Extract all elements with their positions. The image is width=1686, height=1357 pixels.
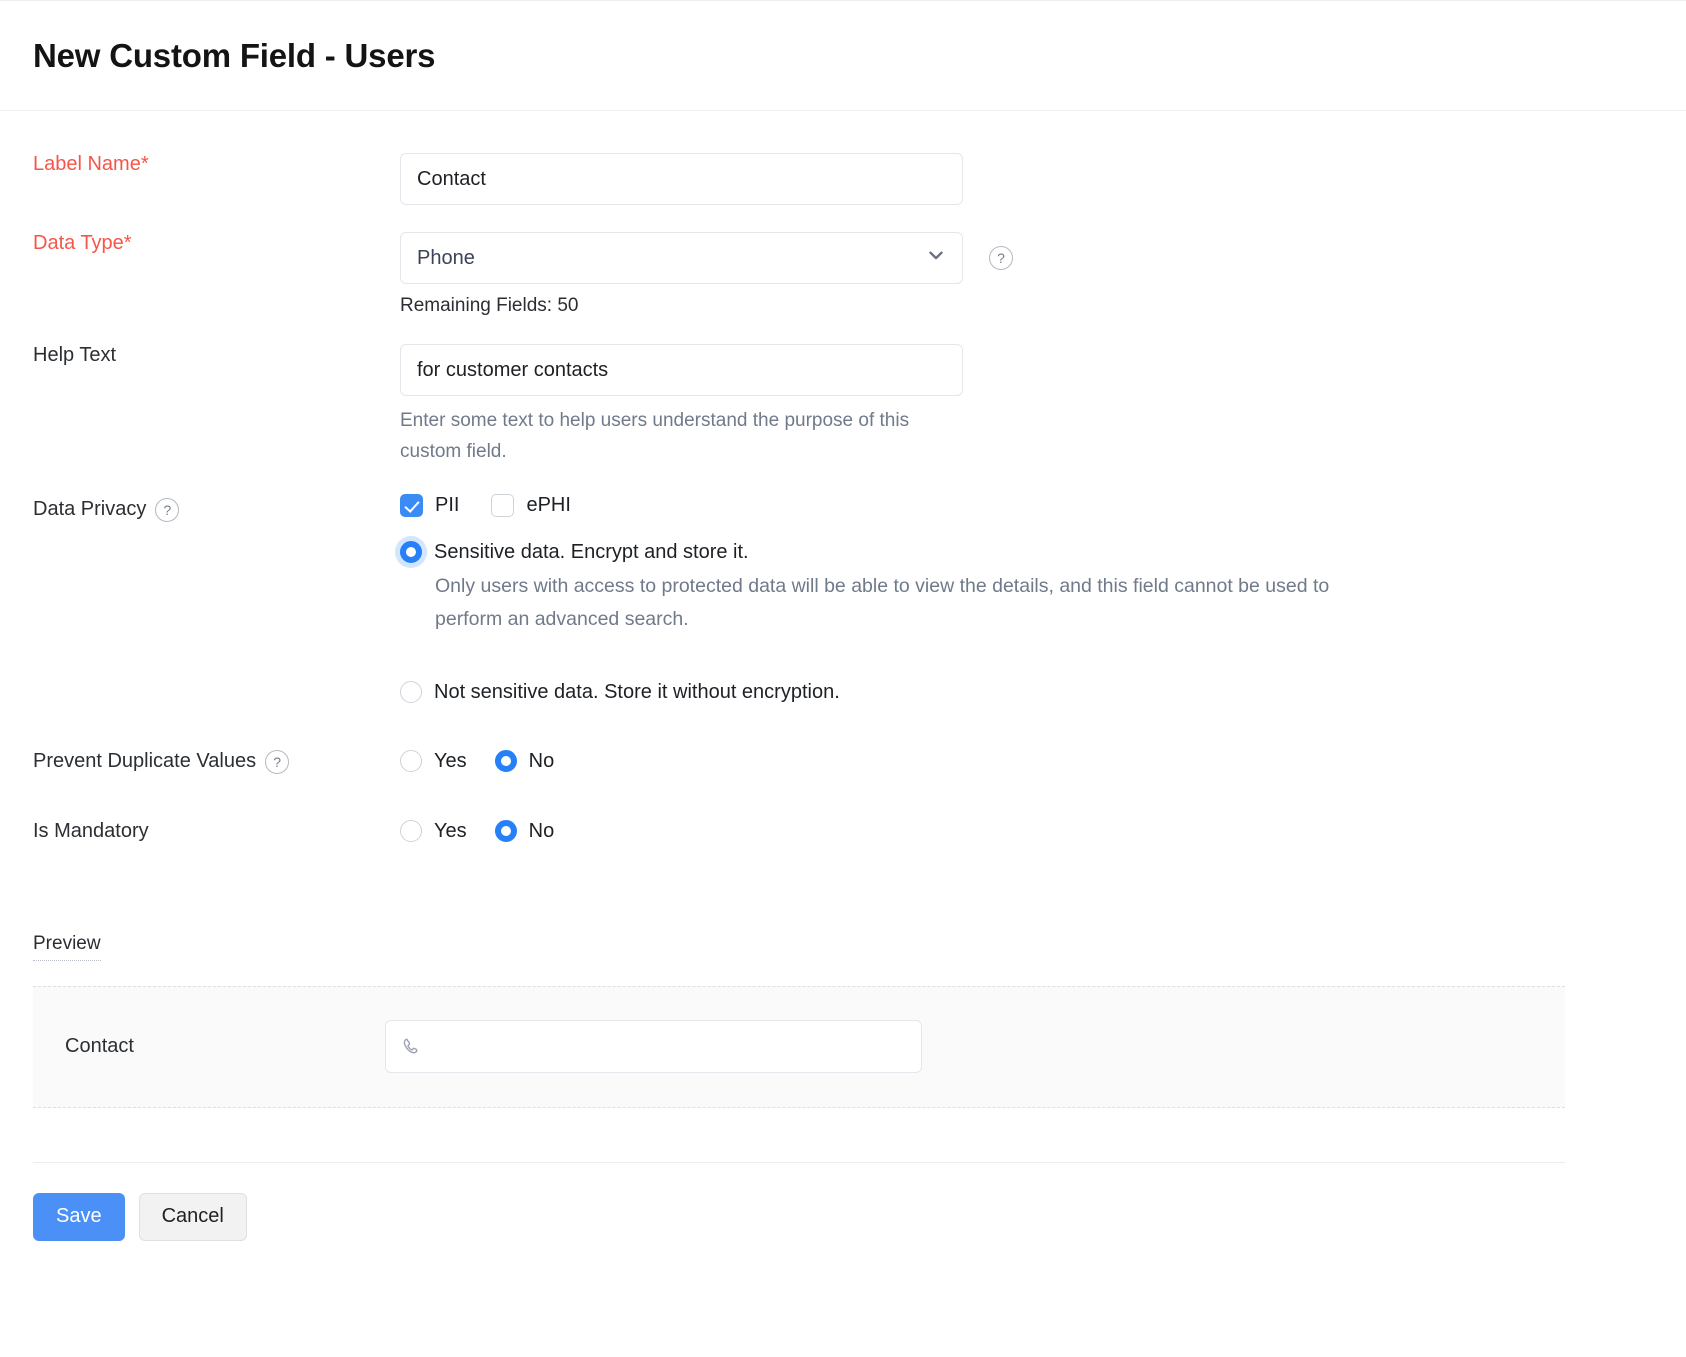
data-type-select[interactable]: Phone: [400, 232, 963, 284]
preview-phone-input[interactable]: [385, 1020, 922, 1073]
data-type-select-value: Phone: [417, 247, 475, 270]
is-mandatory-label-text: Is Mandatory: [33, 820, 149, 843]
preview-section: Preview Contact: [0, 933, 1686, 1108]
is-mandatory-label: Is Mandatory: [0, 820, 400, 843]
radio-row-sensitive: Sensitive data. Encrypt and store it.: [400, 541, 1686, 564]
radio-row-not-sensitive: Not sensitive data. Store it without enc…: [400, 681, 1686, 704]
radio-prevent-duplicate-no[interactable]: [495, 750, 517, 772]
prevent-duplicate-values-field-wrap: Yes No: [400, 750, 1686, 773]
radio-is-mandatory-no-label[interactable]: No: [529, 820, 555, 843]
form-row-data-privacy: Data Privacy ? PII ePHI Sensitive data. …: [0, 494, 1686, 704]
custom-field-form: Label Name* Data Type* Phone: [0, 111, 1686, 843]
radio-is-mandatory-no[interactable]: [495, 820, 517, 842]
preview-title: Preview: [33, 933, 101, 961]
cancel-button[interactable]: Cancel: [139, 1193, 247, 1241]
label-name-input[interactable]: [400, 153, 963, 205]
radio-prevent-duplicate-yes[interactable]: [400, 750, 422, 772]
preview-box: Contact: [33, 986, 1565, 1108]
radio-is-mandatory-yes-label[interactable]: Yes: [434, 820, 467, 843]
data-type-label-text: Data Type*: [33, 232, 132, 255]
radio-prevent-duplicate-no-label[interactable]: No: [529, 750, 555, 773]
radio-not-sensitive-data[interactable]: [400, 681, 422, 703]
prevent-duplicate-values-label-text: Prevent Duplicate Values: [33, 750, 256, 773]
prevent-duplicate-values-label: Prevent Duplicate Values ?: [0, 750, 400, 774]
help-text-label-text: Help Text: [33, 344, 116, 367]
help-text-label: Help Text: [0, 344, 400, 367]
radio-is-mandatory-yes[interactable]: [400, 820, 422, 842]
label-name-label: Label Name*: [0, 153, 400, 176]
data-type-select-wrap: Phone: [400, 232, 963, 284]
form-row-is-mandatory: Is Mandatory Yes No: [0, 820, 1686, 843]
form-actions: Save Cancel: [33, 1193, 1686, 1241]
footer-divider: [33, 1162, 1565, 1163]
save-button[interactable]: Save: [33, 1193, 125, 1241]
label-name-label-text: Label Name*: [33, 153, 149, 176]
is-mandatory-field-wrap: Yes No: [400, 820, 1686, 843]
data-privacy-checkbox-group: PII ePHI: [400, 494, 1686, 517]
help-text-hint: Enter some text to help users understand…: [400, 406, 960, 468]
preview-field-label: Contact: [33, 1035, 385, 1058]
form-row-data-type: Data Type* Phone ? Remaining Fields: 50: [0, 232, 1686, 317]
data-type-label: Data Type*: [0, 232, 400, 255]
checkbox-ephi[interactable]: [491, 494, 514, 517]
radio-sensitive-data-description: Only users with access to protected data…: [435, 570, 1340, 637]
data-privacy-label: Data Privacy ?: [0, 494, 400, 522]
help-text-input[interactable]: [400, 344, 963, 396]
phone-icon: [400, 1036, 422, 1058]
data-type-field-wrap: Phone ? Remaining Fields: 50: [400, 232, 1686, 317]
page-title: New Custom Field - Users: [33, 37, 435, 75]
radio-prevent-duplicate-yes-label[interactable]: Yes: [434, 750, 467, 773]
form-row-prevent-duplicate-values: Prevent Duplicate Values ? Yes No: [0, 750, 1686, 774]
radio-sensitive-data[interactable]: [400, 541, 422, 563]
page-header: New Custom Field - Users: [0, 1, 1686, 111]
form-footer: Save Cancel: [0, 1162, 1686, 1241]
data-privacy-help-icon[interactable]: ?: [155, 498, 179, 522]
label-name-field-wrap: [400, 153, 1686, 205]
form-row-label-name: Label Name*: [0, 153, 1686, 205]
form-row-help-text: Help Text Enter some text to help users …: [0, 344, 1686, 468]
checkbox-pii[interactable]: [400, 494, 423, 517]
data-type-help-icon[interactable]: ?: [989, 246, 1013, 270]
radio-not-sensitive-data-label[interactable]: Not sensitive data. Store it without enc…: [434, 681, 840, 704]
checkbox-ephi-label[interactable]: ePHI: [526, 494, 570, 517]
is-mandatory-radio-group: Yes No: [400, 820, 1686, 843]
data-privacy-field-wrap: PII ePHI Sensitive data. Encrypt and sto…: [400, 494, 1686, 704]
remaining-fields-text: Remaining Fields: 50: [400, 295, 1686, 317]
data-privacy-label-text: Data Privacy: [33, 498, 146, 521]
checkbox-pii-label[interactable]: PII: [435, 494, 459, 517]
prevent-duplicate-values-radio-group: Yes No: [400, 750, 1686, 773]
prevent-duplicate-values-help-icon[interactable]: ?: [265, 750, 289, 774]
radio-sensitive-data-label[interactable]: Sensitive data. Encrypt and store it.: [434, 541, 749, 564]
help-text-field-wrap: Enter some text to help users understand…: [400, 344, 1686, 468]
